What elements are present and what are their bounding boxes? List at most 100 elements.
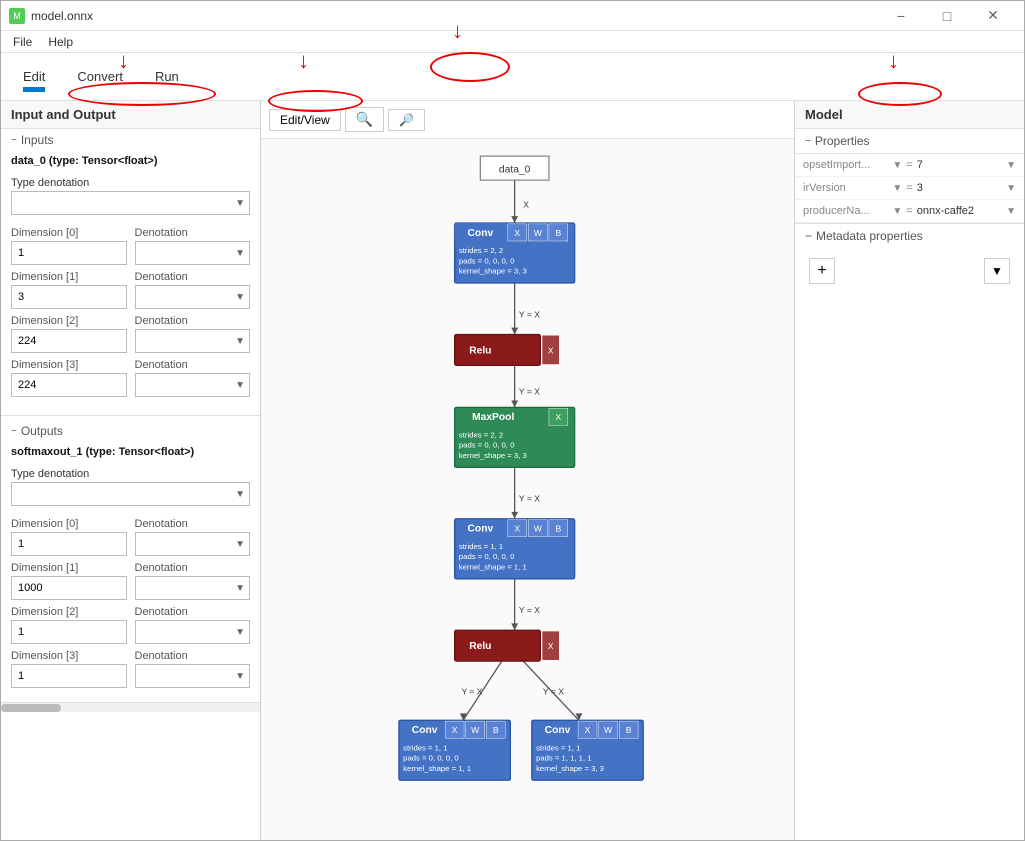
graph-area[interactable]: X Y = X Y = X Y = X Y = X Y = X bbox=[261, 139, 794, 840]
add-metadata-button[interactable]: + bbox=[809, 258, 835, 284]
svg-text:X: X bbox=[548, 641, 554, 651]
svg-text:pads = 0, 0, 0, 0: pads = 0, 0, 0, 0 bbox=[459, 256, 514, 265]
svg-text:kernel_shape = 1, 1: kernel_shape = 1, 1 bbox=[403, 764, 471, 773]
type-denotation-label: Type denotation bbox=[11, 177, 250, 189]
zoom-icon: 🔎 bbox=[399, 113, 414, 127]
dim-row-2: Dimension [2] Denotation ▼ bbox=[11, 315, 250, 353]
dim-0-col: Dimension [0] bbox=[11, 227, 127, 265]
output-type-denotation-select[interactable]: ▼ bbox=[11, 482, 250, 506]
svg-text:Relu: Relu bbox=[469, 641, 491, 652]
maximize-button[interactable]: □ bbox=[924, 1, 970, 31]
zoom-button[interactable]: 🔎 bbox=[388, 109, 425, 131]
search-icon: 🔍 bbox=[356, 111, 373, 128]
tab-convert[interactable]: Convert bbox=[63, 63, 137, 90]
prop-val-0: 7 bbox=[917, 159, 1002, 171]
svg-text:Y = X: Y = X bbox=[461, 687, 482, 697]
content-area: Input and Output − Inputs data_0 (type: … bbox=[1, 101, 1024, 840]
svg-text:strides = 1, 1: strides = 1, 1 bbox=[459, 542, 503, 551]
out-dim-3-input[interactable] bbox=[11, 664, 127, 688]
input-dimensions: Dimension [0] Denotation ▼ Dimension [1] bbox=[1, 223, 260, 411]
outputs-label: Outputs bbox=[21, 424, 63, 438]
svg-text:Y = X: Y = X bbox=[519, 605, 540, 615]
menu-file[interactable]: File bbox=[5, 33, 40, 51]
dim-1-input[interactable] bbox=[11, 285, 127, 309]
svg-text:X: X bbox=[514, 228, 520, 238]
dim-row-3: Dimension [3] Denotation ▼ bbox=[11, 359, 250, 397]
right-panel: Model − Properties opsetImport... ▼ = 7 … bbox=[794, 101, 1024, 840]
out-dim-3-label: Dimension [3] bbox=[11, 650, 127, 662]
prop-chevron-1: ▼ bbox=[1006, 183, 1016, 194]
out-dim-3-denotation-select[interactable]: ▼ bbox=[135, 664, 251, 688]
center-panel: Edit/View 🔍 🔎 X Y = X bbox=[261, 101, 794, 840]
canvas-toolbar: Edit/View 🔍 🔎 bbox=[261, 101, 794, 139]
dim-1-denotation-select[interactable]: ▼ bbox=[135, 285, 251, 309]
out-dim-2-input[interactable] bbox=[11, 620, 127, 644]
dim-3-denotation-label: Denotation bbox=[135, 359, 251, 371]
scroll-thumb[interactable] bbox=[1, 704, 61, 712]
search-button[interactable]: 🔍 bbox=[345, 107, 384, 132]
svg-text:pads = 0, 0, 0, 0: pads = 0, 0, 0, 0 bbox=[459, 441, 514, 450]
left-panel-scrollbar[interactable] bbox=[1, 702, 260, 712]
type-denotation-select[interactable]: ▼ bbox=[11, 191, 250, 215]
section-inputs[interactable]: − Inputs bbox=[1, 129, 260, 151]
outputs-arrow: − bbox=[11, 426, 17, 437]
menu-help[interactable]: Help bbox=[40, 33, 81, 51]
panel-header-input-output[interactable]: Input and Output bbox=[1, 101, 260, 129]
tab-run[interactable]: Run bbox=[141, 63, 193, 90]
metadata-arrow: − bbox=[805, 229, 812, 243]
dim-3-col: Dimension [3] bbox=[11, 359, 127, 397]
svg-text:pads = 0, 0, 0, 0: pads = 0, 0, 0, 0 bbox=[459, 552, 514, 561]
dim-0-denotation-select[interactable]: ▼ bbox=[135, 241, 251, 265]
prop-arr-2: ▼ bbox=[892, 206, 902, 217]
right-panel-header[interactable]: Model bbox=[795, 101, 1024, 129]
svg-text:W: W bbox=[534, 228, 543, 238]
out-dim-0-input[interactable] bbox=[11, 532, 127, 556]
svg-text:B: B bbox=[556, 228, 562, 238]
prop-arr-0: ▼ bbox=[892, 160, 902, 171]
dim-0-input[interactable] bbox=[11, 241, 127, 265]
out-dim-row-0: Dimension [0] Denotation ▼ bbox=[11, 518, 250, 556]
out-dim-1-label: Dimension [1] bbox=[11, 562, 127, 574]
metadata-label: Metadata properties bbox=[816, 229, 923, 243]
out-dim-0-label: Dimension [0] bbox=[11, 518, 127, 530]
svg-text:Conv: Conv bbox=[412, 725, 438, 736]
svg-text:Conv: Conv bbox=[468, 524, 494, 535]
out-dim-1-denotation-select[interactable]: ▼ bbox=[135, 576, 251, 600]
out-dim-0-denotation-select[interactable]: ▼ bbox=[135, 532, 251, 556]
panel-title: Input and Output bbox=[11, 107, 116, 122]
menu-bar: File Help bbox=[1, 31, 1024, 53]
metadata-chevron-button[interactable]: ▼ bbox=[984, 258, 1010, 284]
type-denotation-arrow: ▼ bbox=[235, 198, 245, 209]
dim-2-input[interactable] bbox=[11, 329, 127, 353]
section-outputs[interactable]: − Outputs bbox=[1, 420, 260, 442]
svg-text:Y = X: Y = X bbox=[543, 687, 564, 697]
title-bar-left: M model.onnx bbox=[9, 8, 93, 24]
edit-view-button[interactable]: Edit/View bbox=[269, 109, 341, 131]
dim-2-denotation-select[interactable]: ▼ bbox=[135, 329, 251, 353]
svg-text:Relu: Relu bbox=[469, 345, 491, 356]
out-dim-row-1: Dimension [1] Denotation ▼ bbox=[11, 562, 250, 600]
minimize-button[interactable]: − bbox=[878, 1, 924, 31]
dim-1-denotation-col: Denotation ▼ bbox=[135, 271, 251, 309]
dim-1-denotation-label: Denotation bbox=[135, 271, 251, 283]
properties-label: Properties bbox=[815, 134, 870, 148]
input-name: data_0 (type: Tensor<float>) bbox=[1, 151, 260, 171]
prop-eq-0: = bbox=[906, 159, 912, 171]
svg-text:X: X bbox=[585, 725, 591, 735]
dim-2-denotation-col: Denotation ▼ bbox=[135, 315, 251, 353]
dim-3-denotation-select[interactable]: ▼ bbox=[135, 373, 251, 397]
out-dim-1-input[interactable] bbox=[11, 576, 127, 600]
svg-text:B: B bbox=[556, 524, 562, 534]
close-button[interactable]: ✕ bbox=[970, 1, 1016, 31]
left-panel: Input and Output − Inputs data_0 (type: … bbox=[1, 101, 261, 840]
tab-edit[interactable]: Edit bbox=[9, 63, 59, 90]
svg-text:Y = X: Y = X bbox=[519, 386, 540, 396]
app-window: M model.onnx − □ ✕ File Help Edit Conver… bbox=[0, 0, 1025, 841]
out-dim-2-denotation-select[interactable]: ▼ bbox=[135, 620, 251, 644]
dim-2-label: Dimension [2] bbox=[11, 315, 127, 327]
output-type-denotation-arrow: ▼ bbox=[235, 489, 245, 500]
properties-section-header[interactable]: − Properties bbox=[795, 129, 1024, 154]
svg-text:kernel_shape = 1, 1: kernel_shape = 1, 1 bbox=[459, 562, 527, 571]
dim-3-input[interactable] bbox=[11, 373, 127, 397]
metadata-header[interactable]: − Metadata properties bbox=[795, 223, 1024, 248]
